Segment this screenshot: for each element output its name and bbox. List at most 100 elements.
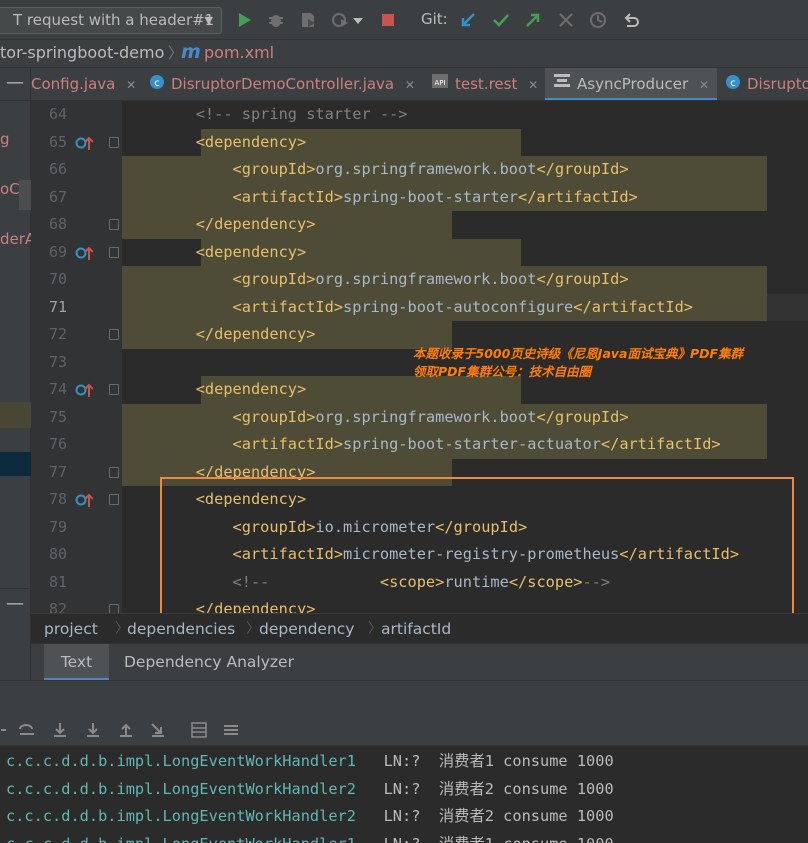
scrollbar-thumb[interactable] [19,180,31,210]
code-editor[interactable]: 64 <!-- spring starter --> 65 <dependency… [31,101,808,613]
code-line[interactable]: 65 <dependency> [31,128,808,156]
run-configuration-select[interactable]: T request with a header#1 ▼ [0,7,222,34]
main-toolbar: T request with a header#1 ▼ Git: [0,0,808,40]
code-line[interactable]: 66 <groupId>org.springframework.boot</gr… [31,156,808,184]
api-icon: API [431,69,449,101]
git-history-icon[interactable] [587,9,609,31]
code-line[interactable]: 69 <dependency> [31,238,808,266]
tab-disruptor[interactable]: c Disrupto [725,68,808,100]
fold-marker-icon[interactable] [109,494,119,505]
implemented-icon[interactable] [75,135,94,155]
fold-marker-icon[interactable] [109,329,119,340]
code-line[interactable]: 71 <artifactId>spring-boot-autoconfigure… [31,293,808,321]
code-text: <artifactId>spring-boot-autoconfigure</a… [232,297,694,316]
code-line[interactable]: 67 <artifactId>spring-boot-starter</arti… [31,183,808,211]
fold-marker-icon[interactable] [109,604,119,613]
fold-marker-icon[interactable] [109,246,119,258]
minimize-icon[interactable]: — [0,588,31,621]
git-update-icon[interactable] [457,9,479,31]
scroll-to-end-icon[interactable] [51,721,69,739]
fold-marker-icon[interactable] [109,384,119,395]
tab-dependency-analyzer[interactable]: Dependency Analyzer [124,644,294,680]
import-icon[interactable] [149,721,167,739]
soft-wrap-icon[interactable] [18,721,36,739]
git-merge-icon[interactable] [555,9,577,31]
tab-label: Disrupto [747,75,808,93]
git-commit-icon[interactable] [490,9,512,31]
tab-disruptor-demo-controller[interactable]: c DisruptorDemoController.java ✕ [149,68,415,100]
nav-project-name[interactable]: tor-springboot-demo [0,40,164,66]
code-text: <groupId>org.springframework.boot</group… [232,270,629,288]
line-number: 68 [48,215,67,233]
profile-icon[interactable] [329,9,351,31]
xml-breadcrumb: project 〉 dependencies 〉 dependency 〉 ar… [31,613,808,643]
crumb-dependency[interactable]: dependency [259,614,354,644]
stop-icon[interactable] [377,9,399,31]
console-line: c.c.c.d.d.b.impl.LongEventWorkHandler1 L… [6,752,614,770]
tab-label: DisruptorDemoController.java [171,75,395,93]
more-run-icon[interactable] [351,9,365,31]
line-number: 72 [48,325,67,343]
code-line[interactable]: 79 <groupId>io.micrometer</groupId> [31,514,808,542]
minimize-icon[interactable]: — [0,68,31,101]
down-to-end-icon[interactable] [84,721,102,739]
project-tree-item[interactable]: derA [0,230,31,248]
console-line: c.c.c.d.d.b.impl.LongEventWorkHandler1 L… [6,831,614,843]
console-output[interactable]: c.c.c.d.d.b.impl.LongEventWorkHandler1 L… [0,746,808,843]
git-rollback-icon[interactable] [620,9,642,31]
line-number: 70 [48,270,67,288]
code-line[interactable]: 81 <!-- <scope>runtime</scope>--> [31,569,808,597]
code-text: <!-- spring starter --> [195,105,408,123]
tab-async-producer[interactable]: AsyncProducer ✕ [545,68,718,100]
code-line[interactable]: 75 <groupId>org.springframework.boot</gr… [31,403,808,431]
wrap-icon[interactable] [0,721,18,739]
tab-test-rest[interactable]: API test.rest ✕ [431,68,538,100]
line-number: 73 [48,352,67,371]
settings-list-icon[interactable] [222,721,240,739]
line-number: 77 [48,462,67,481]
code-text: <artifactId>spring-boot-starter-actuator… [232,435,721,453]
crumb-project[interactable]: project [44,614,98,644]
code-line[interactable]: 80 <artifactId>micrometer-registry-prome… [31,541,808,569]
svg-text:c: c [154,78,160,89]
crumb-dependencies[interactable]: dependencies [127,614,235,644]
line-number: 81 [48,572,67,591]
tab-text[interactable]: Text [44,644,109,681]
code-line[interactable]: 76 <artifactId>spring-boot-starter-actua… [31,431,808,459]
tab-config[interactable]: Config.java ✕ [31,68,136,100]
project-tree-item[interactable]: g [0,130,31,148]
up-icon[interactable] [117,721,135,739]
fold-marker-icon[interactable] [109,136,119,148]
line-number: 78 [48,490,67,508]
code-text: <artifactId>micrometer-registry-promethe… [232,545,740,563]
code-line[interactable]: 77 </dependency> [31,458,808,486]
fold-marker-icon[interactable] [109,466,119,478]
crumb-artifactid[interactable]: artifactId [381,614,451,644]
close-icon[interactable]: ✕ [528,69,538,100]
code-line[interactable]: 78 <dependency> [31,486,808,514]
chevron-down-icon: ▼ [204,14,213,27]
tab-label: Config.java [31,75,116,93]
code-line[interactable]: 64 <!-- spring starter --> [31,101,808,129]
close-icon[interactable]: ✕ [699,69,709,100]
git-push-icon[interactable] [522,9,544,31]
fold-marker-icon[interactable] [109,219,119,230]
implemented-icon[interactable] [75,245,94,265]
run-icon[interactable] [233,9,255,31]
implemented-icon[interactable] [75,382,94,402]
code-text: <!-- <scope>runtime</scope>--> [232,572,611,591]
close-icon[interactable]: ✕ [405,69,415,100]
debug-icon[interactable] [265,9,287,31]
coverage-icon[interactable] [297,9,319,31]
implemented-icon[interactable] [75,492,94,512]
line-number: 69 [48,242,67,261]
line-number: 75 [48,407,67,426]
line-number: 80 [48,545,67,563]
table-icon[interactable] [190,721,208,739]
code-line[interactable]: 70 <groupId>org.springframework.boot</gr… [31,266,808,294]
nav-file-name[interactable]: pom.xml [204,40,274,66]
code-line[interactable]: 68 </dependency> [31,211,808,239]
code-line[interactable]: 82 </dependency> [31,596,808,613]
close-icon[interactable]: ✕ [126,69,136,100]
git-label: Git: [421,10,448,28]
